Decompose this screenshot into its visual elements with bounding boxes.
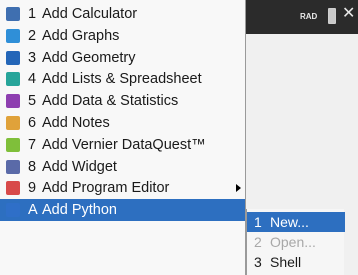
menu-item-label: Add Geometry bbox=[42, 49, 136, 66]
calculator-icon bbox=[6, 7, 20, 21]
menu-item-add-python[interactable]: A Add Python bbox=[0, 199, 245, 222]
menu-item-number: 6 bbox=[28, 115, 37, 131]
python-submenu: 1 New... 2 Open... 3 Shell bbox=[246, 209, 345, 275]
menu-item-label: Add Vernier DataQuest™ bbox=[42, 136, 206, 153]
close-icon[interactable]: ✕ bbox=[342, 4, 355, 24]
menu-item-number: 7 bbox=[28, 136, 37, 153]
menu-item-add-geometry[interactable]: 3 Add Geometry bbox=[0, 47, 245, 69]
submenu-item-shell[interactable]: 3 Shell bbox=[247, 252, 345, 272]
menu-item-add-data-statistics[interactable]: 5 Add Data & Statistics bbox=[0, 90, 245, 112]
menu-item-number: 4 bbox=[28, 71, 37, 88]
insert-page-menu: 1 Add Calculator 2 Add Graphs 3 Add Geometry 4… bbox=[0, 0, 246, 275]
menu-item-add-graphs[interactable]: 2 Add Graphs bbox=[0, 25, 245, 47]
graphs-icon bbox=[6, 28, 20, 43]
dataquest-icon bbox=[6, 137, 20, 152]
menu-item-label: Add Data & Statistics bbox=[42, 93, 179, 110]
menu-item-number: 8 bbox=[28, 158, 37, 175]
spreadsheet-icon bbox=[6, 72, 20, 87]
widget-icon bbox=[6, 159, 20, 174]
menu-item-label: Add Lists & Spreadsheet bbox=[42, 71, 202, 88]
submenu-item-new[interactable]: 1 New... bbox=[247, 212, 345, 232]
menu-item-add-widget[interactable]: 8 Add Widget bbox=[0, 156, 245, 178]
submenu-item-number: 1 bbox=[254, 214, 262, 230]
menu-item-label: Add Program Editor bbox=[42, 180, 170, 197]
statistics-icon bbox=[6, 94, 20, 109]
menu-item-label: Add Calculator bbox=[42, 6, 138, 22]
angle-mode-indicator: RAD bbox=[300, 12, 318, 21]
menu-item-add-program-editor[interactable]: 9 Add Program Editor bbox=[0, 177, 245, 199]
menu-item-number: 5 bbox=[28, 93, 37, 110]
menu-item-label: Add Graphs bbox=[42, 27, 120, 44]
geometry-icon bbox=[6, 50, 20, 65]
python-icon bbox=[6, 203, 20, 218]
submenu-arrow-icon bbox=[236, 184, 241, 193]
menu-item-number: 1 bbox=[28, 6, 37, 22]
submenu-item-label: Shell bbox=[270, 254, 302, 270]
menu-item-number: 2 bbox=[28, 27, 37, 44]
submenu-item-label: New... bbox=[270, 214, 309, 230]
submenu-item-number: 2 bbox=[254, 234, 262, 250]
submenu-item-number: 3 bbox=[254, 254, 262, 270]
menu-item-number: 9 bbox=[28, 180, 37, 197]
menu-item-add-calculator[interactable]: 1 Add Calculator bbox=[0, 3, 245, 25]
submenu-item-label: Open... bbox=[270, 234, 316, 250]
menu-item-add-notes[interactable]: 6 Add Notes bbox=[0, 112, 245, 134]
menu-item-add-vernier-dataquest[interactable]: 7 Add Vernier DataQuest™ bbox=[0, 134, 245, 156]
battery-icon bbox=[328, 8, 336, 24]
menu-item-number: 3 bbox=[28, 49, 37, 66]
program-editor-icon bbox=[6, 181, 20, 196]
menu-item-add-lists-spreadsheet[interactable]: 4 Add Lists & Spreadsheet bbox=[0, 68, 245, 90]
notes-icon bbox=[6, 116, 20, 130]
menu-item-number: A bbox=[28, 202, 38, 219]
menu-item-label: Add Notes bbox=[42, 115, 110, 131]
menu-item-label: Add Widget bbox=[42, 158, 117, 175]
menu-item-label: Add Python bbox=[42, 202, 117, 219]
submenu-item-open: 2 Open... bbox=[247, 232, 345, 252]
